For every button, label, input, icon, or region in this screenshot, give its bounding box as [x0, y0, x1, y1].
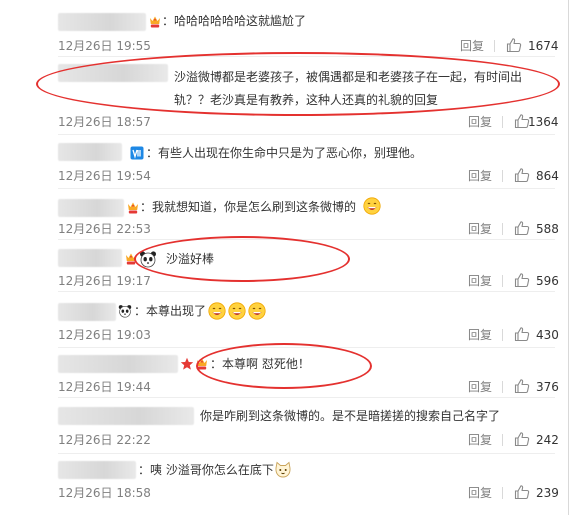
thumbs-up-icon[interactable] — [514, 484, 530, 500]
like-count: 1674 — [528, 39, 559, 53]
thumbs-up-icon[interactable] — [514, 326, 530, 342]
reply-button[interactable]: 回复 — [468, 432, 492, 448]
grinning-face-icon — [363, 197, 381, 215]
comment-item: ：我就想知道，你是怎么刷到这条微博的 12月26日 22:53 回复 588 — [58, 191, 559, 240]
comment-text: ：哈哈哈哈哈哈这就尴尬了 — [162, 14, 307, 28]
reply-button[interactable]: 回复 — [460, 38, 484, 54]
comment-text: 沙溢微博都是老婆孩子，被偶遇都是和老婆孩子在一起，有时间出轨？？老沙真是有教养，… — [174, 70, 523, 107]
star-icon — [180, 357, 194, 371]
action-divider — [502, 434, 503, 446]
thumbs-up-icon[interactable] — [514, 220, 530, 236]
thumbs-up-icon[interactable] — [514, 431, 530, 447]
grinning-face-icon — [228, 302, 246, 320]
reply-button[interactable]: 回复 — [468, 221, 492, 237]
reply-button[interactable]: 回复 — [468, 168, 492, 184]
verified-badge-icon — [130, 146, 144, 160]
like-count: 242 — [536, 433, 559, 447]
comment-time: 12月26日 18:57 — [58, 115, 151, 129]
comment-item: 沙溢好棒 12月26日 19:17 回复 596 — [58, 243, 559, 292]
username-blurred[interactable] — [58, 249, 122, 267]
reply-button[interactable]: 回复 — [468, 114, 492, 130]
like-count: 376 — [536, 380, 559, 394]
comment-time: 12月26日 19:03 — [58, 328, 151, 342]
comment-time: 12月26日 19:54 — [58, 169, 151, 183]
comment-text: ：咦 沙溢哥你怎么在底下 — [138, 463, 274, 477]
reply-button[interactable]: 回复 — [468, 485, 492, 501]
panda-icon — [118, 304, 132, 318]
username-blurred[interactable] — [58, 143, 122, 161]
reply-button[interactable]: 回复 — [468, 273, 492, 289]
vip-badge-icon — [126, 201, 140, 215]
action-divider — [502, 487, 503, 499]
username-blurred[interactable] — [58, 13, 146, 31]
username-blurred[interactable] — [58, 64, 168, 82]
comment-text: ：本尊啊 怼死他！ — [210, 357, 310, 371]
thumbs-up-icon[interactable] — [514, 272, 530, 288]
like-count: 588 — [536, 222, 559, 236]
grinning-face-icon — [208, 302, 226, 320]
comment-time: 12月26日 22:22 — [58, 433, 151, 447]
username-blurred[interactable] — [58, 355, 178, 373]
comment-text: 沙溢好棒 — [166, 252, 215, 266]
action-divider — [502, 275, 503, 287]
comment-item: ：有些人出现在你生命中只是为了恶心你，别理他。 12月26日 19:54 回复 … — [58, 138, 559, 189]
reply-button[interactable]: 回复 — [468, 379, 492, 395]
comment-item: 沙溢微博都是老婆孩子，被偶遇都是和老婆孩子在一起，有时间出轨？？老沙真是有教养，… — [58, 60, 559, 135]
cat-face-icon — [274, 461, 292, 479]
comment-item: ：哈哈哈哈哈哈这就尴尬了 12月26日 19:55 回复 1674 — [58, 6, 559, 57]
comment-item: ：咦 沙溢哥你怎么在底下 12月26日 18:58 回复 239 — [58, 457, 559, 509]
reply-button[interactable]: 回复 — [468, 327, 492, 343]
action-divider — [502, 329, 503, 341]
comment-list-panel: ：哈哈哈哈哈哈这就尴尬了 12月26日 19:55 回复 1674 沙溢微博都是… — [0, 0, 569, 515]
comment-text: ：有些人出现在你生命中只是为了恶心你，别理他。 — [146, 146, 423, 160]
comment-time: 12月26日 22:53 — [58, 222, 151, 236]
thumbs-up-icon[interactable] — [514, 167, 530, 183]
comment-time: 12月26日 19:55 — [58, 39, 151, 53]
comment-text: ：本尊出现了 — [134, 304, 207, 318]
comment-time: 12月26日 19:17 — [58, 274, 151, 288]
like-count: 596 — [536, 274, 559, 288]
thumbs-up-icon[interactable] — [514, 378, 530, 394]
grinning-face-icon — [248, 302, 266, 320]
vip-badge-icon — [195, 357, 209, 371]
like-count: 239 — [536, 486, 559, 500]
comment-item: ：本尊出现了 12月26日 19:03 回复 430 — [58, 295, 559, 348]
username-blurred[interactable] — [58, 461, 136, 479]
like-count: 430 — [536, 328, 559, 342]
thumbs-up-icon[interactable] — [506, 37, 522, 53]
username-blurred[interactable] — [58, 407, 194, 425]
action-divider — [502, 116, 503, 128]
comment-time: 12月26日 19:44 — [58, 380, 151, 394]
like-count: 1364 — [528, 115, 559, 129]
action-divider — [502, 381, 503, 393]
comment-time: 12月26日 18:58 — [58, 486, 151, 500]
like-count: 864 — [536, 169, 559, 183]
comment-text: 你是咋刷到这条微博的。是不是暗搓搓的搜索自己名字了 — [200, 409, 501, 423]
action-divider — [502, 170, 503, 182]
username-blurred[interactable] — [58, 199, 124, 217]
panda-icon — [139, 250, 157, 268]
action-divider — [502, 223, 503, 235]
comment-item: ：本尊啊 怼死他！ 12月26日 19:44 回复 376 — [58, 351, 559, 398]
username-blurred[interactable] — [58, 303, 116, 321]
action-divider — [494, 40, 495, 52]
comment-text: ：我就想知道，你是怎么刷到这条微博的 — [140, 200, 357, 214]
comment-item: 你是咋刷到这条微博的。是不是暗搓搓的搜索自己名字了 12月26日 22:22 回… — [58, 401, 559, 454]
vip-badge-icon — [124, 252, 138, 266]
vip-badge-icon — [148, 15, 162, 29]
